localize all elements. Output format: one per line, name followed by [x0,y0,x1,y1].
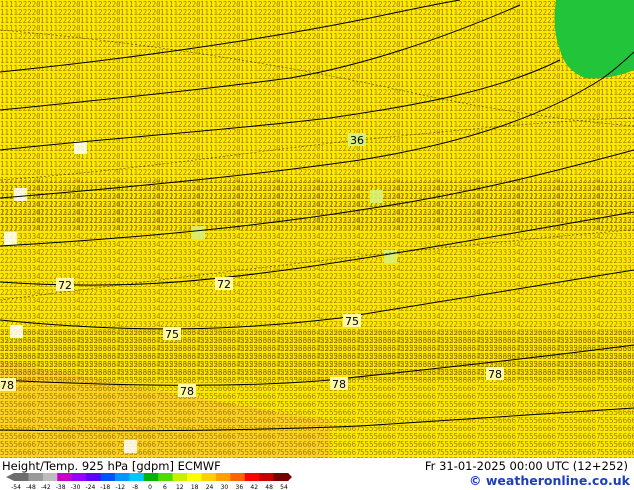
legend-swatch [201,473,217,481]
product-title: Height/Temp. 925 hPa [gdpm] ECMWF [2,459,221,473]
legend-swatch [100,473,116,481]
pale-patch [370,190,383,203]
legend-arrow-right [288,473,292,481]
legend-swatch [215,473,231,481]
legend-swatch [71,473,87,481]
legend-tick-label: -24 [86,484,96,490]
legend-tick-label: -38 [56,484,66,490]
legend-swatch [129,473,145,481]
height-label-78-southeast: 78 [486,367,504,381]
legend-swatch [230,473,246,481]
legend-tick-label: -54 [11,484,21,490]
legend-tick-label: 54 [280,484,288,490]
legend-tick-label: -8 [132,484,138,490]
pale-patch [74,141,87,154]
legend-tick-label: 48 [265,484,273,490]
isotherm-texture-south [0,330,634,458]
height-label-75-center: 75 [163,327,181,341]
footer-bar: Height/Temp. 925 hPa [gdpm] ECMWF Fr 31-… [0,458,634,490]
legend-swatch [28,473,44,481]
legend-tick-label: -12 [115,484,125,490]
pale-patch [384,250,397,263]
legend-swatch [143,473,159,481]
legend-tick-label: -30 [71,484,81,490]
svg-text:72: 72 [58,279,72,292]
svg-text:72: 72 [217,278,231,291]
svg-text:75: 75 [165,328,179,341]
legend-swatch [259,473,275,481]
legend-swatch [172,473,188,481]
color-scale-legend: -54 -48 -42 -38 -30 -24 -18 -12 -8 0 6 12 18 24 30 36 42… [6,473,292,490]
legend-tick-label: 0 [148,484,152,490]
legend-tick-label: 6 [163,484,167,490]
height-label-78-center: 78 [178,384,196,398]
svg-text:78: 78 [180,385,194,398]
legend-swatch [42,473,58,481]
height-label-72-center: 72 [215,277,233,291]
legend-swatch [57,473,73,481]
legend-tick-label: -48 [26,484,36,490]
legend-tick-label: 36 [236,484,244,490]
height-label-78-east: 78 [330,377,348,391]
legend-tick-label: 24 [206,484,214,490]
svg-text:75: 75 [345,315,359,328]
svg-text:78: 78 [488,368,502,381]
height-label-78-west: 78 [0,378,16,392]
legend-swatch [114,473,130,481]
height-label-75-east: 75 [343,314,361,328]
legend-tick-label: 30 [221,484,229,490]
legend-swatch [86,473,102,481]
legend-arrow-left [6,473,14,481]
legend-tick-label: 12 [176,484,184,490]
legend-swatch [273,473,289,481]
legend-tick-label: -18 [100,484,110,490]
pale-patch [14,188,27,201]
svg-text:36: 36 [350,134,364,147]
legend-tick-label: -42 [41,484,51,490]
pale-patch [10,325,23,338]
svg-text:78: 78 [0,379,14,392]
pale-patch [4,232,17,245]
legend-swatch [158,473,174,481]
height-label-72-west: 72 [56,278,74,292]
temp-label-36: 36 [348,133,366,147]
weather-map: 222233334444 555566667777 111122220000 [0,0,634,458]
legend-tick-label: 42 [250,484,258,490]
legend-swatch [244,473,260,481]
legend-tick-label: 18 [191,484,199,490]
svg-text:78: 78 [332,378,346,391]
legend-swatch [187,473,202,481]
credit-link[interactable]: © weatheronline.co.uk [469,473,630,488]
valid-time: Fr 31-01-2025 00:00 UTC (12+252) [424,459,628,473]
legend-swatch [14,473,29,481]
pale-patch [192,226,205,239]
pale-patch [124,440,137,453]
